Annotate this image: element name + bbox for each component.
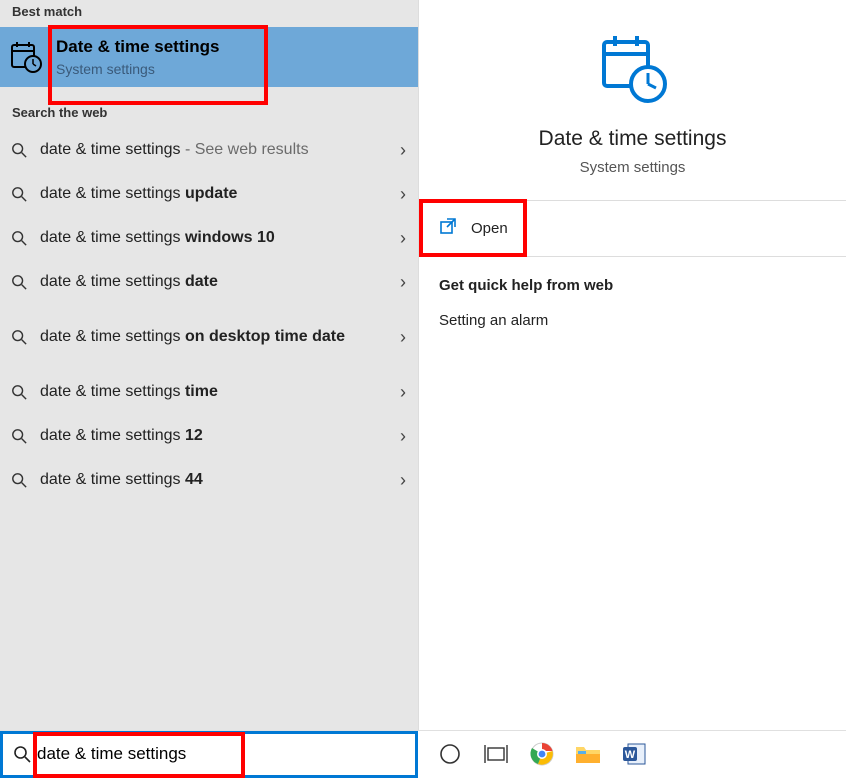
search-input[interactable] xyxy=(37,734,411,775)
best-match-header: Best match xyxy=(0,0,418,27)
search-icon xyxy=(8,186,30,202)
search-results-panel: Best match Date & time settings System s… xyxy=(0,0,418,730)
chevron-right-icon: › xyxy=(400,228,406,249)
web-result-item[interactable]: date & time settings - See web results › xyxy=(0,128,418,172)
web-result-item[interactable]: date & time settings 12 › xyxy=(0,414,418,458)
web-result-text: date & time settings date xyxy=(40,272,390,293)
search-icon xyxy=(8,472,30,488)
chevron-right-icon: › xyxy=(400,382,406,403)
chevron-right-icon: › xyxy=(400,272,406,293)
web-result-item[interactable]: date & time settings time › xyxy=(0,370,418,414)
search-icon xyxy=(8,428,30,444)
file-explorer-icon[interactable] xyxy=(568,734,608,774)
taskbar: W xyxy=(0,730,846,777)
web-result-item[interactable]: date & time settings 44 › xyxy=(0,458,418,502)
open-action[interactable]: Open xyxy=(419,201,846,257)
cortana-icon[interactable] xyxy=(430,734,470,774)
svg-text:W: W xyxy=(625,749,636,761)
taskbar-icons: W xyxy=(418,734,846,774)
chevron-right-icon: › xyxy=(400,140,406,161)
chevron-right-icon: › xyxy=(400,184,406,205)
help-link-setting-alarm[interactable]: Setting an alarm xyxy=(439,312,826,329)
chevron-right-icon: › xyxy=(400,426,406,447)
help-header: Get quick help from web xyxy=(439,277,826,294)
open-in-new-icon xyxy=(439,217,457,240)
task-view-icon[interactable] xyxy=(476,734,516,774)
search-icon xyxy=(8,142,30,158)
web-result-text: date & time settings time xyxy=(40,382,390,403)
preview-hero: Date & time settings System settings xyxy=(419,0,846,201)
web-result-item[interactable]: date & time settings on desktop time dat… xyxy=(0,304,418,370)
web-result-text: date & time settings 44 xyxy=(40,470,390,491)
web-results-list: date & time settings - See web results›d… xyxy=(0,128,418,730)
best-match-result[interactable]: Date & time settings System settings xyxy=(0,27,418,87)
open-label: Open xyxy=(471,220,508,237)
taskbar-search-box[interactable] xyxy=(0,731,418,778)
search-icon xyxy=(8,230,30,246)
web-result-text: date & time settings on desktop time dat… xyxy=(40,327,390,348)
chrome-icon[interactable] xyxy=(522,734,562,774)
chevron-right-icon: › xyxy=(400,327,406,348)
preview-title: Date & time settings xyxy=(539,127,727,151)
best-match-title: Date & time settings xyxy=(56,37,219,57)
web-result-text: date & time settings 12 xyxy=(40,426,390,447)
search-icon xyxy=(8,329,30,345)
preview-panel: Date & time settings System settings Ope… xyxy=(418,0,846,730)
date-time-icon xyxy=(8,39,44,75)
best-match-subtitle: System settings xyxy=(56,61,219,77)
web-result-item[interactable]: date & time settings update › xyxy=(0,172,418,216)
help-section: Get quick help from web Setting an alarm xyxy=(419,257,846,349)
best-match-text: Date & time settings System settings xyxy=(56,37,219,77)
preview-subtitle: System settings xyxy=(580,159,686,176)
search-web-header: Search the web xyxy=(0,87,418,128)
web-result-item[interactable]: date & time settings windows 10 › xyxy=(0,216,418,260)
search-icon xyxy=(8,274,30,290)
web-result-text: date & time settings update xyxy=(40,184,390,205)
chevron-right-icon: › xyxy=(400,470,406,491)
search-icon xyxy=(8,384,30,400)
web-result-text: date & time settings - See web results xyxy=(40,140,390,161)
date-time-icon-large xyxy=(594,30,672,113)
word-icon[interactable]: W xyxy=(614,734,654,774)
search-icon xyxy=(7,745,37,763)
web-result-item[interactable]: date & time settings date › xyxy=(0,260,418,304)
web-result-text: date & time settings windows 10 xyxy=(40,228,390,249)
